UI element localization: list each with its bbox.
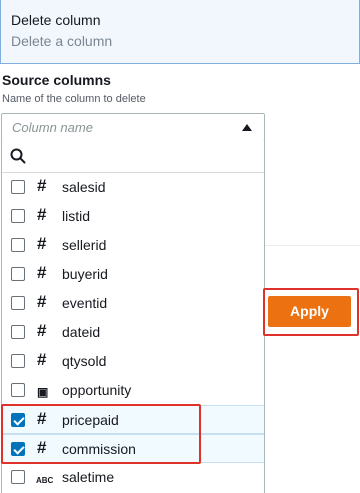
- column-option-label: dateid: [62, 324, 101, 340]
- checkbox-unchecked[interactable]: [11, 383, 25, 397]
- column-option-opportunity[interactable]: ▣ opportunity: [2, 376, 264, 405]
- mixed-type-icon: ▣: [37, 385, 49, 399]
- number-icon: #: [37, 438, 47, 457]
- column-option-sellerid[interactable]: # sellerid: [2, 231, 264, 260]
- checkbox-unchecked[interactable]: [11, 209, 25, 223]
- checkbox-checked[interactable]: [11, 413, 25, 427]
- transform-subtitle: Delete a column: [11, 33, 113, 49]
- column-option-label: sellerid: [62, 237, 107, 253]
- column-list: # salesid # listid # sellerid # buyerid # eventid…: [2, 173, 264, 492]
- column-dropdown: # salesid # listid # sellerid # buyerid # eventid…: [1, 140, 265, 493]
- checkbox-checked[interactable]: [11, 442, 25, 456]
- column-option-buyerid[interactable]: # buyerid: [2, 260, 264, 289]
- column-select-placeholder: Column name: [12, 120, 93, 135]
- column-option-label: qtysold: [62, 353, 107, 369]
- column-option-saletime[interactable]: ABC saletime: [2, 463, 264, 492]
- checkbox-unchecked[interactable]: [11, 354, 25, 368]
- number-icon: #: [37, 292, 47, 311]
- number-icon: #: [37, 263, 47, 282]
- column-option-label: opportunity: [62, 382, 132, 398]
- column-option-label: listid: [62, 208, 91, 224]
- apply-button[interactable]: Apply: [268, 296, 351, 327]
- source-columns-description: Name of the column to delete: [2, 93, 146, 105]
- transform-title: Delete column: [11, 12, 101, 28]
- column-option-dateid[interactable]: # dateid: [2, 318, 264, 347]
- column-option-label: saletime: [62, 469, 115, 485]
- number-icon: #: [37, 176, 47, 195]
- search-icon: [10, 148, 26, 164]
- checkbox-unchecked[interactable]: [11, 238, 25, 252]
- number-icon: #: [37, 350, 47, 369]
- string-icon: ABC: [36, 476, 54, 485]
- column-option-label: buyerid: [62, 266, 108, 282]
- column-option-listid[interactable]: # listid: [2, 202, 264, 231]
- column-option-commission[interactable]: # commission: [2, 434, 264, 463]
- column-select[interactable]: Column name: [1, 113, 265, 141]
- caret-up-icon[interactable]: [242, 124, 252, 131]
- column-option-qtysold[interactable]: # qtysold: [2, 347, 264, 376]
- transform-card: Delete column Delete a column: [0, 0, 360, 64]
- number-icon: #: [37, 409, 47, 428]
- divider: [265, 245, 360, 246]
- number-icon: #: [37, 234, 47, 253]
- source-columns-label: Source columns: [2, 72, 111, 88]
- checkbox-unchecked[interactable]: [11, 325, 25, 339]
- checkbox-unchecked[interactable]: [11, 180, 25, 194]
- checkbox-unchecked[interactable]: [11, 267, 25, 281]
- column-option-label: commission: [62, 441, 136, 457]
- column-option-label: eventid: [62, 295, 108, 311]
- column-option-pricepaid[interactable]: # pricepaid: [2, 405, 264, 434]
- number-icon: #: [37, 321, 47, 340]
- number-icon: #: [37, 205, 47, 224]
- column-search-input[interactable]: [2, 140, 264, 173]
- checkbox-unchecked[interactable]: [11, 296, 25, 310]
- column-option-label: pricepaid: [62, 412, 119, 428]
- column-option-label: salesid: [62, 179, 106, 195]
- column-option-salesid[interactable]: # salesid: [2, 173, 264, 202]
- column-option-eventid[interactable]: # eventid: [2, 289, 264, 318]
- checkbox-unchecked[interactable]: [11, 470, 25, 484]
